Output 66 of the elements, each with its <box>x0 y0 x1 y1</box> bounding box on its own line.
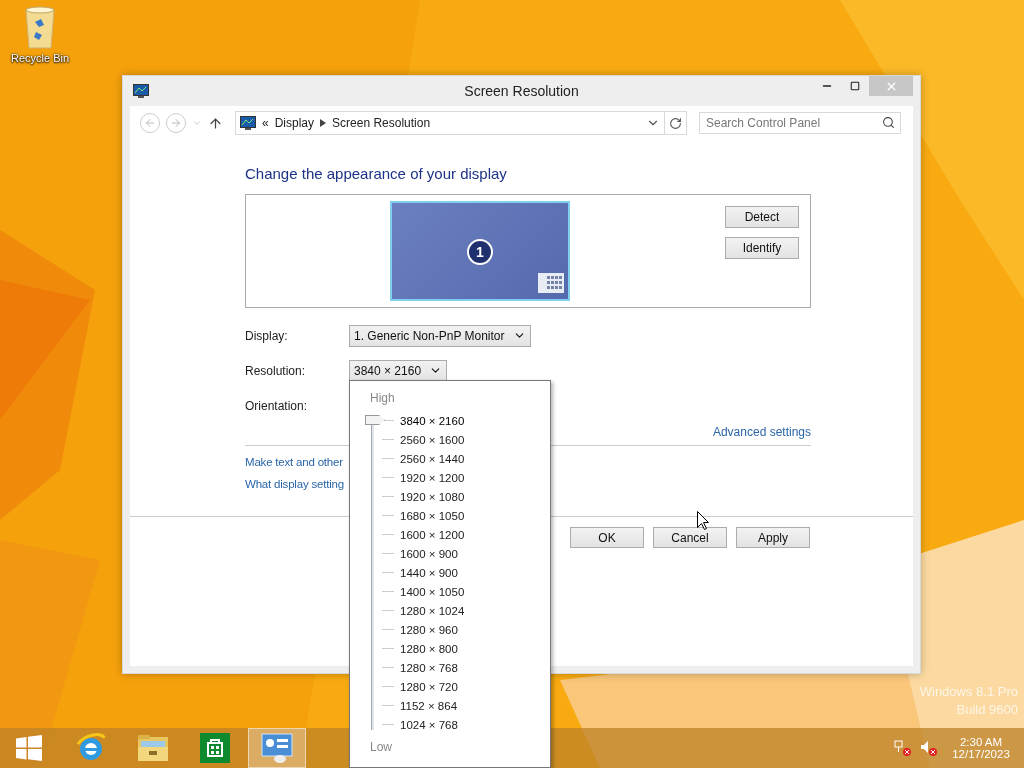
resolution-option[interactable]: 1280 × 800 <box>400 642 458 655</box>
window-title: Screen Resolution <box>463 83 580 99</box>
maximize-icon <box>850 81 860 91</box>
slider-thumb[interactable] <box>365 415 385 425</box>
low-label: Low <box>370 740 393 754</box>
dropdown[interactable]: 3840 × 2160 <box>349 359 448 382</box>
monitor-icon <box>240 115 256 131</box>
resolution-option[interactable]: 1600 × 1200 <box>400 528 465 541</box>
preview-button[interactable]: Detect <box>725 206 799 228</box>
monitor-thumbnail[interactable]: 1 <box>390 201 570 301</box>
preview-button[interactable]: Identify <box>725 237 799 259</box>
clock-time: 2:30 AM <box>959 736 1003 748</box>
high-label: High <box>370 391 396 405</box>
network-error-icon[interactable] <box>894 740 912 756</box>
resolution-option[interactable]: 1600 × 900 <box>400 547 458 560</box>
search-icon <box>882 116 895 129</box>
up-button[interactable] <box>208 115 223 131</box>
resolution-option[interactable]: 1920 × 1200 <box>400 471 465 484</box>
resolution-option[interactable]: 1400 × 1050 <box>400 585 465 598</box>
refresh-icon <box>669 116 682 130</box>
windows-logo-icon <box>16 735 42 761</box>
store-icon <box>200 733 230 763</box>
advanced-settings-link[interactable]: Advanced settings <box>712 425 811 439</box>
start-screen-icon <box>538 273 564 293</box>
field-label: Orientation: <box>245 398 309 413</box>
resolution-option[interactable]: 2560 × 1600 <box>400 433 465 446</box>
dialog-button[interactable]: Cancel <box>653 527 727 548</box>
back-arrow-icon <box>144 117 156 129</box>
search-field[interactable]: Search Control Panel <box>699 112 901 134</box>
field-label: Display: <box>245 328 289 343</box>
address-bar[interactable]: « Display Screen Resolution <box>235 111 687 135</box>
breadcrumb-item[interactable]: Display <box>274 116 315 130</box>
speaker-muted-icon[interactable] <box>920 740 938 756</box>
resolution-option[interactable]: 1280 × 960 <box>400 623 458 636</box>
cursor-icon <box>697 511 709 530</box>
resolution-option[interactable]: 1920 × 1080 <box>400 490 465 503</box>
resolution-option[interactable]: 1024 × 768 <box>400 718 458 731</box>
resolution-option[interactable]: 1440 × 900 <box>400 566 458 579</box>
forward-arrow-icon <box>170 117 182 129</box>
control-panel-icon <box>260 732 294 764</box>
help-link[interactable]: What display setting <box>245 478 344 490</box>
breadcrumb-overflow[interactable]: « <box>262 116 269 130</box>
recycle-bin-icon[interactable] <box>23 6 57 50</box>
help-link[interactable]: Make text and other <box>245 456 343 468</box>
monitor-icon <box>133 83 149 99</box>
taskbar-app-button[interactable] <box>248 728 306 768</box>
clock-date: 12/17/2023 <box>952 748 1010 760</box>
monitor-number: 1 <box>467 239 493 265</box>
breadcrumb-arrow-icon[interactable] <box>320 119 327 127</box>
resolution-option[interactable]: 2560 × 1440 <box>400 452 465 465</box>
page-heading: Change the appearance of your display <box>245 165 508 182</box>
field-label: Resolution: <box>245 363 307 378</box>
resolution-option[interactable]: 1280 × 1024 <box>400 604 465 617</box>
chevron-down-icon <box>192 118 202 128</box>
edition-text: Windows 8.1 Pro <box>919 684 1018 699</box>
resolution-option[interactable]: 1280 × 768 <box>400 661 458 674</box>
breadcrumb-item[interactable]: Screen Resolution <box>332 116 431 130</box>
folder-icon <box>137 733 169 763</box>
dialog-button[interactable]: OK <box>570 527 644 548</box>
dialog-button[interactable]: Apply <box>736 527 810 548</box>
resolution-option[interactable]: 1152 × 864 <box>400 699 458 712</box>
edition-text: Build 9600 <box>956 702 1018 717</box>
resolution-option[interactable]: 1680 × 1050 <box>400 509 465 522</box>
resolution-option[interactable]: 3840 × 2160 <box>400 414 465 427</box>
dropdown[interactable]: 1. Generic Non-PnP Monitor <box>349 324 531 347</box>
resolution-option[interactable]: 1280 × 720 <box>400 680 458 693</box>
